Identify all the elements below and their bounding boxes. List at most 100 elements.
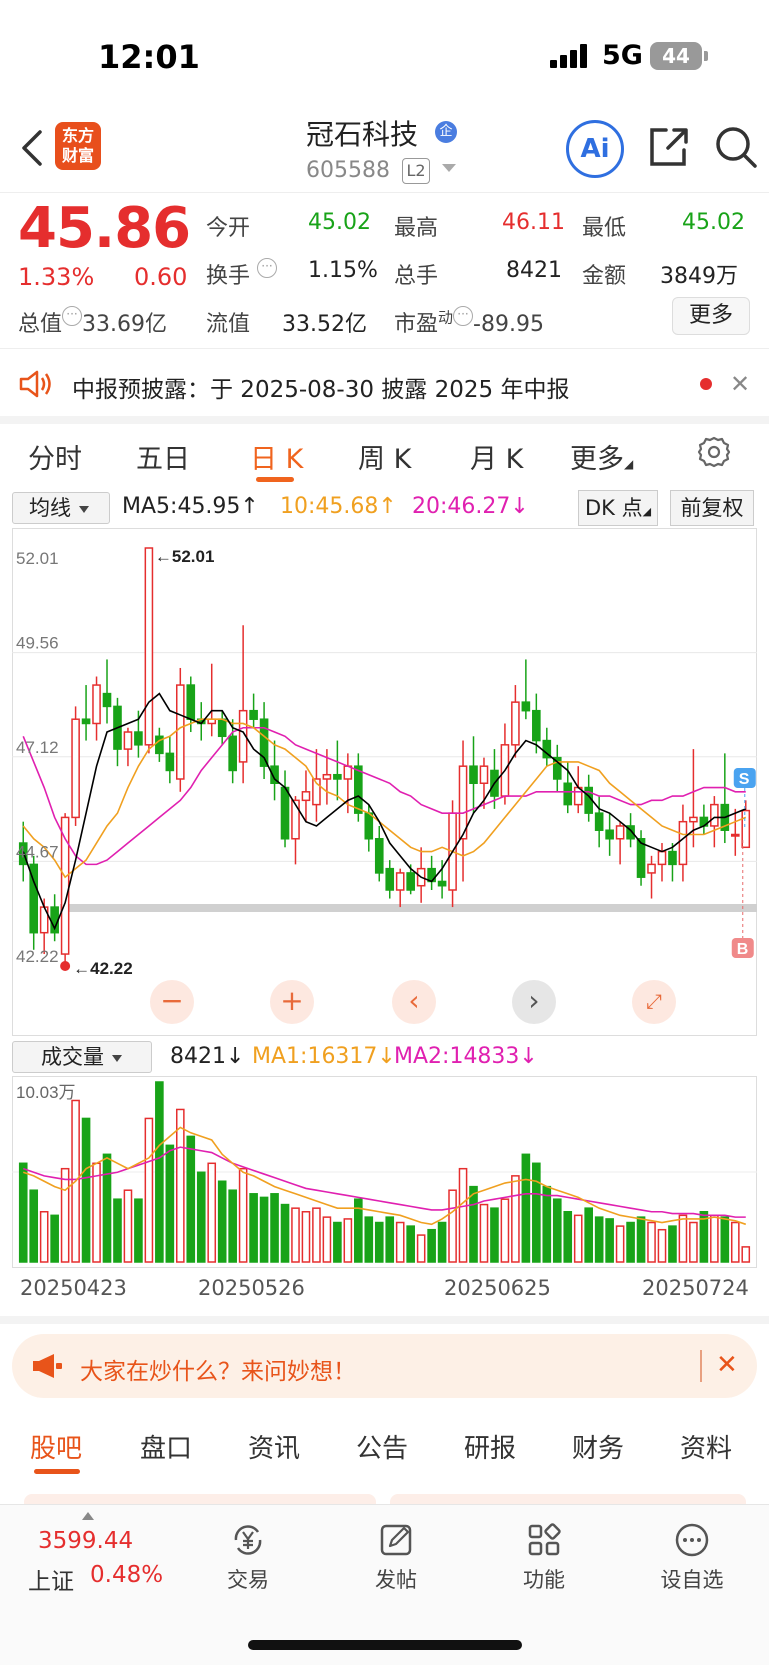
candle-down [406, 872, 415, 891]
mcap-label: 总值 ··· 33.69亿 [18, 306, 167, 338]
candle-up [175, 684, 185, 780]
battery-tip [704, 51, 708, 61]
candle-down [385, 867, 395, 891]
volume-bar-down [584, 1207, 594, 1263]
candle-down [186, 684, 196, 720]
volume-bar-up [175, 1108, 185, 1263]
turnover-value: 1.15% [308, 258, 378, 283]
candlestick-chart[interactable]: 52.01 49.56 47.12 44.67 42.22 ←52.01 ←42.22 S B [12, 528, 757, 1036]
tab-weekly-k[interactable]: 周 K [358, 437, 411, 476]
index-value[interactable]: 3599.44 [38, 1528, 133, 1554]
volume-label: 总手 [394, 264, 439, 289]
volume-bar-down [364, 1216, 374, 1263]
prev-button[interactable]: ‹ [392, 980, 436, 1024]
volume-bar-down [29, 1189, 39, 1263]
back-icon[interactable] [18, 128, 48, 168]
fullscreen-icon[interactable]: ⤢ [632, 980, 676, 1024]
volume-bar-up [479, 1203, 489, 1263]
volume-bar-down [81, 1117, 91, 1263]
app-logo[interactable]: 东方 财富 [55, 122, 101, 170]
chart-controls: − + ‹ › ⤢ [12, 980, 757, 1036]
candle-up [92, 684, 101, 725]
nav-trade[interactable]: 交易 [208, 1520, 288, 1594]
index-change[interactable]: 0.48% [90, 1562, 163, 1588]
volume-bar-down [469, 1185, 478, 1263]
volume-bar-up [39, 1211, 49, 1263]
candle-up [395, 872, 405, 891]
active-tab-indicator [34, 1469, 80, 1474]
zoom-out-button[interactable]: − [150, 980, 194, 1024]
tab-pankou[interactable]: 盘口 [140, 1428, 192, 1465]
candle-down [228, 735, 237, 772]
tab-daily-k[interactable]: 日 K [250, 437, 303, 476]
tab-five-day[interactable]: 五日 [136, 437, 190, 476]
gear-icon[interactable] [697, 435, 731, 469]
info-icon[interactable]: ··· [62, 306, 83, 326]
volume-bar-up [500, 1198, 510, 1263]
volume-indicator-select[interactable]: 成交量 [12, 1041, 152, 1073]
enterprise-badge: 企 [435, 121, 457, 143]
price-tick: 42.22 [16, 947, 59, 966]
zoom-in-button[interactable]: + [270, 980, 314, 1024]
tab-more[interactable]: 更多◢ [570, 437, 633, 476]
volume-bar-up [741, 1246, 751, 1263]
volume-bar-up [322, 1216, 332, 1263]
more-button[interactable]: 更多 [672, 297, 750, 335]
tab-finance[interactable]: 财务 [572, 1428, 624, 1465]
section-gap [0, 416, 769, 424]
candle-down [521, 701, 531, 712]
volume-bar-down [552, 1198, 562, 1263]
volume-bar-down [196, 1171, 206, 1263]
candle-down [364, 812, 374, 840]
nav-functions[interactable]: 功能 [504, 1520, 584, 1594]
next-button[interactable]: › [512, 980, 556, 1024]
close-icon[interactable]: ✕ [716, 1350, 738, 1380]
stock-code[interactable]: 605588 [306, 158, 390, 183]
tab-profile[interactable]: 资料 [680, 1428, 732, 1465]
expand-up-icon[interactable] [82, 1512, 94, 1520]
nav-add-watchlist[interactable]: 设自选 [652, 1520, 732, 1594]
indicator-select-label: 均线 [29, 496, 71, 520]
level2-badge[interactable]: L2 [402, 158, 430, 184]
min-marker [60, 961, 71, 971]
volume-bar-up [312, 1207, 321, 1263]
candle-down [605, 829, 614, 840]
date-tick: 20250724 [642, 1276, 749, 1300]
ai-button[interactable]: Ai [566, 120, 624, 178]
ma10-readout: 10:45.68↑ [280, 494, 397, 519]
indicator-select[interactable]: 均线 [12, 492, 110, 524]
date-axis: 20250423 20250526 20250625 20250724 [12, 1268, 757, 1304]
tab-announcements[interactable]: 公告 [356, 1428, 408, 1465]
volume-bar-down [259, 1196, 269, 1263]
close-icon[interactable]: ✕ [730, 370, 750, 398]
chevron-down-icon[interactable] [442, 164, 456, 172]
share-icon[interactable] [646, 124, 690, 170]
max-price-label: ←52.01 [155, 547, 215, 566]
candle-down [102, 692, 112, 708]
float-label: 流值 [206, 312, 251, 337]
adjust-button[interactable]: 前复权 [670, 490, 754, 526]
nav-add-watchlist-label: 设自选 [660, 1568, 724, 1592]
tab-monthly-k[interactable]: 月 K [470, 437, 523, 476]
volume-bar-down [605, 1218, 614, 1263]
volume-ma2-readout: MA2:14833↓ [394, 1044, 538, 1069]
volume-bar-up [573, 1214, 583, 1263]
tab-news[interactable]: 资讯 [248, 1428, 300, 1465]
info-icon[interactable]: ··· [257, 258, 278, 278]
volume-chart[interactable]: 10.03万 [12, 1076, 757, 1268]
candle-up [301, 791, 311, 802]
promo-text[interactable]: 大家在炒什么？来问妙想！ [80, 1352, 356, 1386]
volume-bar-down [437, 1221, 447, 1263]
price-tick: 47.12 [16, 738, 59, 757]
tab-intraday[interactable]: 分时 [28, 437, 82, 476]
range-band [60, 904, 757, 912]
nav-post[interactable]: 发帖 [356, 1520, 436, 1594]
index-name[interactable]: 上证 [28, 1562, 74, 1596]
tab-guba[interactable]: 股吧 [30, 1428, 82, 1465]
dk-point-button[interactable]: DK 点◢ [578, 490, 658, 526]
search-icon[interactable] [713, 124, 759, 170]
notice-text[interactable]: 中报预披露：于 2025-08-30 披露 2025 年中报 [72, 370, 569, 404]
tab-research[interactable]: 研报 [464, 1428, 516, 1465]
volume-bar-up [416, 1234, 426, 1263]
info-icon[interactable]: ··· [453, 306, 474, 326]
